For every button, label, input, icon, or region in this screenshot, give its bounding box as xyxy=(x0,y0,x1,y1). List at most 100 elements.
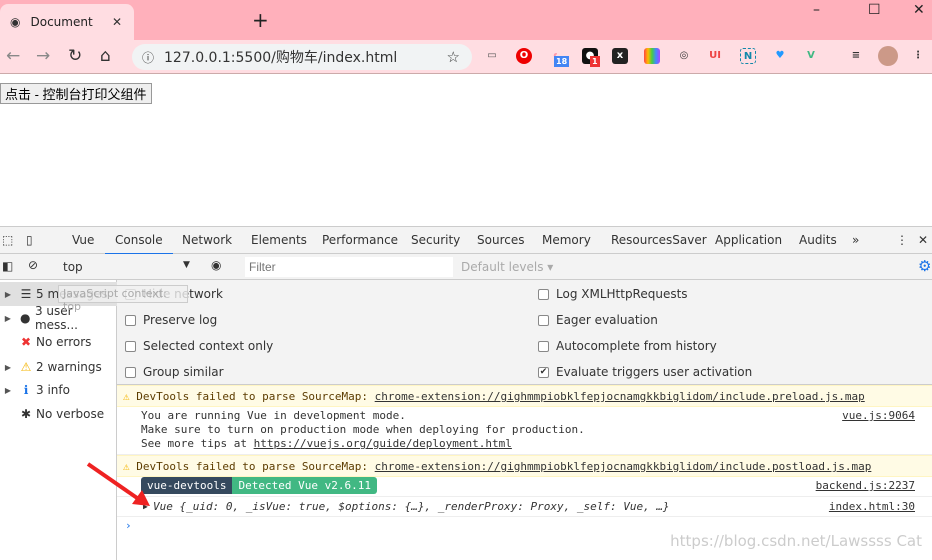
ext-ui-icon[interactable]: UI xyxy=(707,48,723,64)
checkbox-label: Autocomplete from history xyxy=(556,339,717,353)
inspect-icon[interactable]: ⬚ xyxy=(2,233,13,247)
ext-black-icon[interactable]: ●1 xyxy=(582,48,600,67)
sidebar-label: 2 warnings xyxy=(36,360,102,374)
back-button[interactable]: ← xyxy=(6,46,20,66)
minimize-button[interactable]: – xyxy=(813,2,820,18)
tab-audits[interactable]: Audits xyxy=(799,233,837,247)
context-select[interactable]: top xyxy=(63,260,83,274)
sidebar-item-verbose[interactable]: ✱ No verbose xyxy=(0,402,117,426)
ext-n-icon[interactable]: N xyxy=(740,48,756,64)
message-line: You are running Vue in development mode. xyxy=(141,409,406,422)
new-tab-button[interactable]: + xyxy=(252,8,269,32)
more-tabs-icon[interactable]: » xyxy=(852,233,859,247)
ext-pin-icon[interactable]: ♥ xyxy=(772,48,788,64)
ext-cat-icon[interactable]: ᓚ18 xyxy=(550,48,570,67)
sourcemap-link[interactable]: chrome-extension://gighmmpiobklfepjocnam… xyxy=(375,460,872,473)
warning-message: ⚠ DevTools failed to parse SourceMap: ch… xyxy=(117,455,932,477)
vue-devtools-message: vue-devtools Detected Vue v2.6.11 backend… xyxy=(117,477,932,497)
close-window-button[interactable]: ✕ xyxy=(913,2,925,18)
close-tab-icon[interactable]: ✕ xyxy=(112,15,122,29)
eager-evaluation-checkbox[interactable]: Eager evaluation xyxy=(538,313,658,327)
maximize-button[interactable]: ☐ xyxy=(868,2,881,18)
checkbox-label: Group similar xyxy=(143,365,224,379)
browser-toolbar: ← → ↻ ⌂ ⓘ 127.0.0.1:5500/购物车/index.html … xyxy=(0,40,932,74)
sidebar-item-warnings[interactable]: ▶ ⚠ 2 warnings xyxy=(0,355,117,379)
filter-input[interactable] xyxy=(245,257,453,277)
object-preview[interactable]: Vue {_uid: 0, _isVue: true, $options: {…… xyxy=(153,500,670,513)
ext-shield-icon[interactable]: ◎ xyxy=(676,48,692,64)
message-line: Make sure to turn on production mode whe… xyxy=(141,423,585,436)
tab-sources[interactable]: Sources xyxy=(477,233,524,247)
browser-tab[interactable]: ◉ Document ✕ xyxy=(0,4,134,40)
tab-strip: ◉ Document ✕ + – ☐ ✕ xyxy=(0,0,932,40)
tab-console[interactable]: Console xyxy=(105,233,173,255)
vue-devtools-badge: vue-devtools xyxy=(141,477,233,494)
sourcemap-link[interactable]: chrome-extension://gighmmpiobklfepjocnam… xyxy=(375,390,865,403)
globe-icon: ◉ xyxy=(10,15,21,29)
bookmark-star-icon[interactable]: ☆ xyxy=(447,48,460,66)
message-line: See more tips at xyxy=(141,437,254,450)
playlist-icon[interactable]: ≡ xyxy=(848,48,864,64)
tab-memory[interactable]: Memory xyxy=(542,233,591,247)
page-content: 点击 - 控制台打印父组件 xyxy=(0,74,932,226)
deployment-link[interactable]: https://vuejs.org/guide/deployment.html xyxy=(254,437,512,450)
devtools-menu-icon[interactable]: ⋮ xyxy=(896,233,908,247)
watermark: https://blog.csdn.net/Lawssss Cat xyxy=(670,532,922,550)
evaluate-triggers-checkbox[interactable]: ✔ Evaluate triggers user activation xyxy=(538,365,752,379)
checkbox-label: Eager evaluation xyxy=(556,313,658,327)
device-toggle-icon[interactable]: ▯ xyxy=(26,233,33,247)
log-xhr-checkbox[interactable]: Log XMLHttpRequests xyxy=(538,287,688,301)
tab-performance[interactable]: Performance xyxy=(322,233,398,247)
sidebar-item-info[interactable]: ▶ ℹ 3 info xyxy=(0,378,117,402)
tab-elements[interactable]: Elements xyxy=(251,233,307,247)
chevron-down-icon: ▼ xyxy=(183,260,190,270)
error-icon: ✖ xyxy=(20,335,32,349)
warning-message: ⚠ DevTools failed to parse SourceMap: ch… xyxy=(117,385,932,407)
log-levels-dropdown[interactable]: Default levels ▾ xyxy=(461,260,553,274)
vue-dev-message: You are running Vue in development mode.… xyxy=(117,407,932,455)
ext-monitor-icon[interactable]: ▭ xyxy=(484,48,500,64)
menu-icon[interactable]: ⋮ xyxy=(910,48,926,64)
preserve-log-checkbox[interactable]: Preserve log xyxy=(125,313,217,327)
eye-icon[interactable]: ◉ xyxy=(211,258,221,272)
source-link[interactable]: index.html:30 xyxy=(829,500,915,513)
tab-network[interactable]: Network xyxy=(182,233,232,247)
checkbox-label: Preserve log xyxy=(143,313,218,327)
gear-icon[interactable]: ⚙ xyxy=(918,257,931,275)
message-text: DevTools failed to parse SourceMap: xyxy=(136,460,375,473)
console-settings: Hide network Preserve log Selected conte… xyxy=(117,280,932,385)
reload-button[interactable]: ↻ xyxy=(68,46,82,66)
tab-security[interactable]: Security xyxy=(411,233,460,247)
ext-x-icon[interactable]: x xyxy=(612,48,628,64)
forward-button[interactable]: → xyxy=(36,46,50,66)
info-icon: ℹ xyxy=(23,383,29,397)
address-bar[interactable]: ⓘ 127.0.0.1:5500/购物车/index.html ☆ xyxy=(132,44,472,70)
autocomplete-checkbox[interactable]: Autocomplete from history xyxy=(538,339,717,353)
tab-title: Document xyxy=(30,15,93,29)
vue-version-badge: Detected Vue v2.6.11 xyxy=(232,477,377,494)
vue-object-message[interactable]: ▶ Vue {_uid: 0, _isVue: true, $options: … xyxy=(117,497,932,517)
source-link[interactable]: vue.js:9064 xyxy=(842,409,915,423)
clear-console-icon[interactable]: ⊘ xyxy=(28,258,38,272)
ext-opera-icon[interactable]: O xyxy=(516,48,532,64)
ext-color-icon[interactable] xyxy=(644,48,660,64)
tab-vue[interactable]: Vue xyxy=(72,233,94,247)
group-similar-checkbox[interactable]: Group similar xyxy=(125,365,224,379)
tab-application[interactable]: Application xyxy=(715,233,782,247)
sidebar-toggle-icon[interactable]: ◧ xyxy=(2,259,13,273)
tab-resourcessaver[interactable]: ResourcesSaver xyxy=(611,233,707,247)
avatar[interactable] xyxy=(878,46,898,66)
vue-devtools-icon[interactable]: V xyxy=(803,48,819,64)
context-tooltip: JavaScript context: top xyxy=(58,285,188,313)
source-link[interactable]: backend.js:2237 xyxy=(816,479,915,492)
home-button[interactable]: ⌂ xyxy=(100,46,111,66)
info-icon[interactable]: ⓘ xyxy=(142,49,154,66)
print-parent-button[interactable]: 点击 - 控制台打印父组件 xyxy=(0,83,152,104)
close-devtools-icon[interactable]: ✕ xyxy=(918,233,928,247)
selected-context-checkbox[interactable]: Selected context only xyxy=(125,339,273,353)
ext-badge: 18 xyxy=(554,56,570,67)
sidebar-item-errors[interactable]: ✖ No errors xyxy=(0,330,117,354)
ext-badge: 1 xyxy=(590,56,600,67)
sidebar-item-user-messages[interactable]: ▶ ● 3 user mess... xyxy=(0,304,117,332)
red-arrow-annotation xyxy=(86,462,150,506)
